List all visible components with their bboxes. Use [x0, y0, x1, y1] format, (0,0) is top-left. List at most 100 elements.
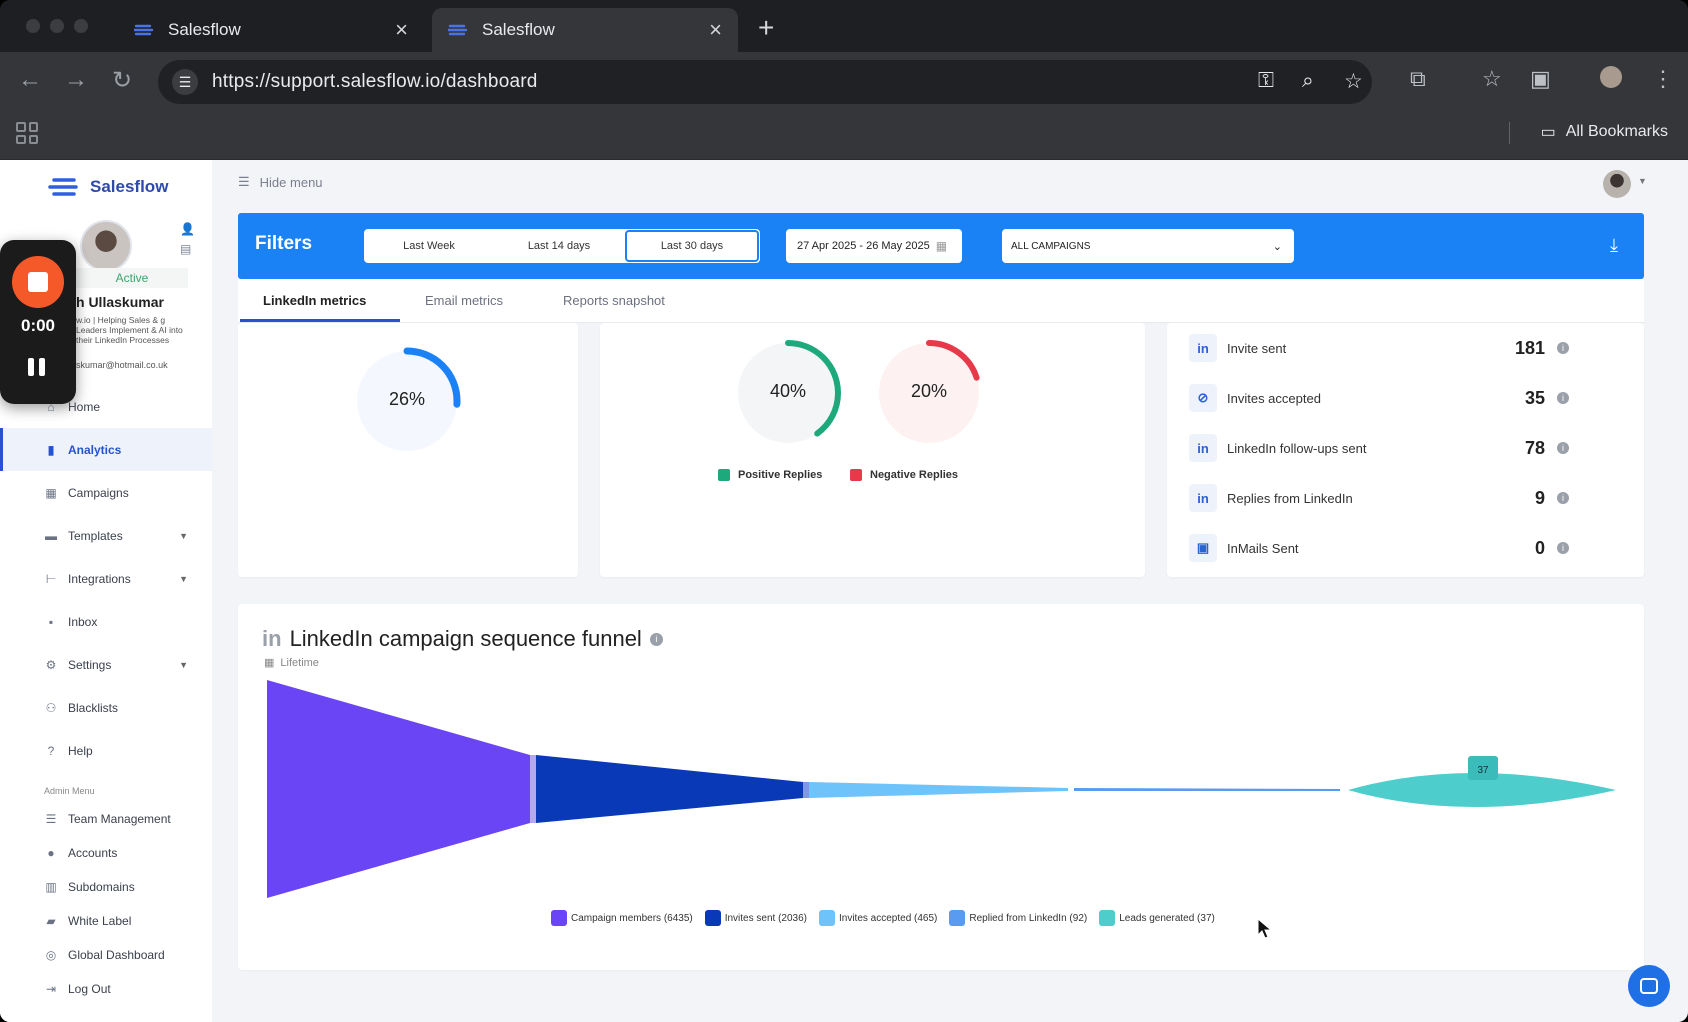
url-text[interactable]: https://support.salesflow.io/dashboard — [212, 71, 538, 93]
sidebar-item-analytics[interactable]: ▮ Analytics — [0, 428, 212, 471]
info-icon[interactable]: i — [1557, 342, 1569, 354]
sidebar-item-home[interactable]: ⌂ Home — [0, 385, 212, 428]
sidebar-item-log-out[interactable]: ⇥ Log Out — [0, 972, 212, 1006]
campaign-select[interactable]: ALL CAMPAIGNS ⌄ — [1002, 229, 1294, 263]
browser-tab[interactable]: Salesflow × — [118, 8, 424, 52]
legend-leads-generated[interactable]: Leads generated (37) — [1099, 910, 1215, 926]
sidebar-item-accounts[interactable]: ● Accounts — [0, 836, 212, 870]
active-tab-underline — [240, 319, 400, 322]
legend-campaign-members[interactable]: Campaign members (6435) — [551, 910, 693, 926]
sidebar-item-settings[interactable]: ⚙ Settings ▼ — [0, 643, 212, 686]
date-range-picker[interactable]: 27 Apr 2025 - 26 May 2025 ▦ — [786, 229, 962, 263]
stat-label: Replies from LinkedIn — [1227, 490, 1353, 506]
link-icon: ⊘ — [1189, 384, 1217, 412]
browser-toolbar: ← → ↻ ☰ https://support.salesflow.io/das… — [0, 52, 1688, 112]
download-icon[interactable]: ⤓ — [1610, 235, 1618, 256]
range-last-30-days[interactable]: Last 30 days — [625, 230, 759, 262]
legend-label: Campaign members (6435) — [571, 912, 693, 924]
chat-icon — [1640, 978, 1658, 994]
close-tab-icon[interactable]: × — [395, 17, 408, 43]
blacklists-icon: ⚇ — [45, 700, 57, 715]
sidebar-item-help[interactable]: ? Help — [0, 729, 212, 772]
bookmarks-star-icon[interactable]: ☆ — [1482, 66, 1502, 92]
sidebar-item-global-dashboard[interactable]: ◎ Global Dashboard — [0, 938, 212, 972]
stop-recording-button[interactable] — [12, 256, 64, 308]
legend-label: Invites sent (2036) — [724, 912, 807, 924]
folder-icon: ▭ — [1540, 124, 1556, 141]
minimize-window-button[interactable] — [50, 19, 64, 33]
profile-avatar[interactable] — [1600, 66, 1622, 88]
user-switch-icon[interactable]: 👤 — [180, 222, 195, 236]
range-last-14-days[interactable]: Last 14 days — [494, 229, 624, 263]
site-settings-icon[interactable]: ☰ — [172, 69, 198, 95]
info-icon[interactable]: i — [1557, 542, 1569, 554]
account-avatar[interactable] — [1603, 170, 1631, 198]
forward-icon[interactable]: → — [64, 66, 88, 94]
sidebar-item-campaigns[interactable]: ▦ Campaigns — [0, 471, 212, 514]
browser-tab-active[interactable]: Salesflow × — [432, 8, 738, 52]
sidebar-item-templates[interactable]: ▬ Templates ▼ — [0, 514, 212, 557]
zoom-window-button[interactable] — [74, 19, 88, 33]
hamburger-icon: ☰ — [238, 174, 250, 189]
negative-replies-value: 20% — [910, 381, 948, 401]
tab-email-metrics[interactable]: Email metrics — [425, 293, 503, 308]
close-window-button[interactable] — [26, 19, 40, 33]
hide-menu-toggle[interactable]: ☰ Hide menu — [238, 174, 323, 190]
tab-strip: Salesflow × Salesflow × + — [0, 0, 1688, 52]
legend-replied-from-linkedin[interactable]: Replied from LinkedIn (92) — [949, 910, 1087, 926]
address-bar[interactable]: ☰ https://support.salesflow.io/dashboard… — [158, 60, 1372, 104]
close-tab-icon[interactable]: × — [709, 17, 722, 43]
brand-logo[interactable]: Salesflow — [48, 174, 168, 200]
sidebar-item-inbox[interactable]: ▪ Inbox — [0, 600, 212, 643]
info-icon[interactable]: i — [1557, 492, 1569, 504]
reload-icon[interactable]: ↻ — [112, 66, 132, 95]
caret-down-icon[interactable]: ▼ — [1638, 176, 1647, 186]
pause-recording-button[interactable] — [28, 358, 48, 380]
donut-value: 26% — [388, 389, 426, 409]
campaigns-icon: ▦ — [45, 485, 57, 500]
info-icon[interactable]: i — [649, 632, 663, 646]
chat-support-button[interactable] — [1628, 965, 1670, 1007]
profile-card-icon[interactable]: ▤ — [180, 242, 191, 256]
range-selector: Last Week Last 14 days Last 30 days — [364, 229, 760, 263]
legend-swatch — [1099, 910, 1116, 926]
window-controls — [26, 19, 88, 33]
globe-icon: ◎ — [45, 948, 57, 962]
info-icon[interactable]: i — [1557, 442, 1569, 454]
linkedin-icon: in — [262, 626, 282, 651]
all-bookmarks-button[interactable]: ▭ All Bookmarks — [1541, 122, 1668, 142]
legend-swatch — [718, 469, 730, 481]
legend-invites-sent[interactable]: Invites sent (2036) — [704, 910, 807, 926]
stat-value: 0 — [1534, 537, 1545, 558]
legend-swatch — [551, 910, 567, 926]
extensions-icon[interactable]: ⧉ — [1410, 66, 1426, 92]
more-menu-icon[interactable]: ⋮ — [1652, 66, 1674, 92]
range-last-week[interactable]: Last Week — [364, 229, 494, 263]
new-tab-icon[interactable]: + — [758, 12, 774, 44]
tab-linkedin-metrics[interactable]: LinkedIn metrics — [263, 293, 366, 308]
stat-value: 78 — [1524, 437, 1545, 458]
stat-value: 181 — [1514, 337, 1545, 358]
stat-inmails-sent: ▣ InMails Sent 0 i — [1167, 523, 1577, 573]
sidebar-item-white-label[interactable]: ▰ White Label — [0, 904, 212, 938]
search-tabs-icon[interactable]: ▣ — [1530, 66, 1551, 92]
star-icon[interactable]: ☆ — [1344, 69, 1363, 94]
sidebar-item-blacklists[interactable]: ⚇ Blacklists — [0, 686, 212, 729]
sidebar-item-integrations[interactable]: ⊢ Integrations ▼ — [0, 557, 212, 600]
caret-down-icon: ▼ — [179, 530, 188, 541]
key-icon[interactable]: ⚿ — [1258, 69, 1274, 93]
apps-grid-icon[interactable] — [16, 122, 38, 144]
info-icon[interactable]: i — [1557, 392, 1569, 404]
sidebar-item-subdomains[interactable]: ▥ Subdomains — [0, 870, 212, 904]
stat-replies-from-linkedin: in Replies from LinkedIn 9 i — [1167, 473, 1577, 523]
funnel-subtitle-text: Lifetime — [280, 656, 319, 669]
linkedin-icon: in — [1189, 334, 1217, 362]
tab-reports-snapshot[interactable]: Reports snapshot — [563, 293, 665, 308]
zoom-icon[interactable]: ⌕ — [1302, 69, 1314, 93]
stat-follow-ups-sent: in LinkedIn follow-ups sent 78 i — [1167, 423, 1577, 473]
sidebar-item-team-management[interactable]: ☰ Team Management — [0, 802, 212, 836]
back-icon[interactable]: ← — [18, 66, 42, 94]
user-email: skumar@hotmail.co.uk — [76, 360, 168, 370]
legend-invites-accepted[interactable]: Invites accepted (465) — [818, 910, 937, 926]
funnel-chart: 37 — [267, 680, 1616, 898]
